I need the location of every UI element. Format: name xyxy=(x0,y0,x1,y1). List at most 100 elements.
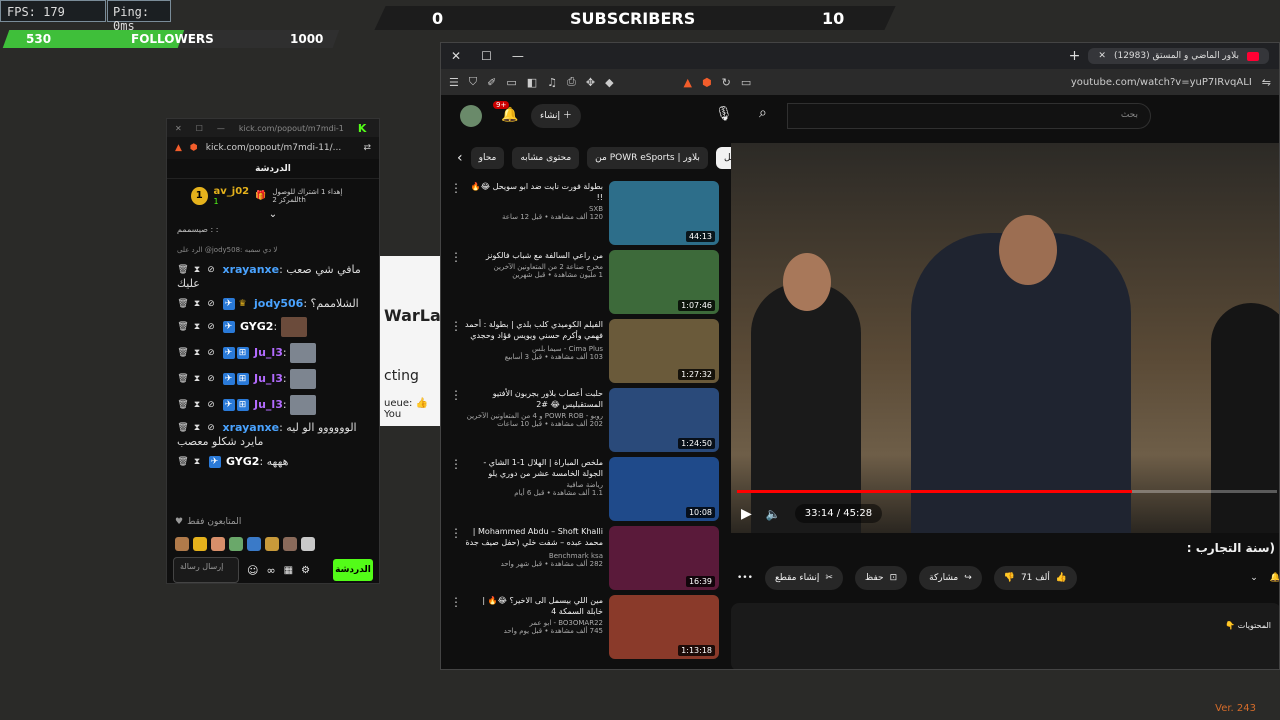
recommendation-thumbnail[interactable]: 1:24:50 xyxy=(609,388,719,452)
search-icon[interactable]: ⌕ xyxy=(759,105,767,121)
recommendation-title[interactable]: الفيلم الكوميدي كلب بلدي | بطولة : أحمد … xyxy=(465,319,603,343)
ban-icon[interactable]: ⊘ xyxy=(205,399,217,411)
infinity-icon[interactable]: ∞ xyxy=(266,564,275,577)
emote-button[interactable] xyxy=(229,537,243,551)
music-icon[interactable]: ♫ xyxy=(547,76,557,89)
emote-button[interactable] xyxy=(211,537,225,551)
more-vert-icon[interactable]: ⋮ xyxy=(449,526,463,540)
timeout-icon[interactable]: ⧗ xyxy=(191,264,203,276)
ban-icon[interactable]: ⊘ xyxy=(205,264,217,276)
chat-username[interactable]: Ju_l3 xyxy=(254,372,283,385)
emoji-icon[interactable]: ☺ xyxy=(247,564,258,577)
more-icon[interactable]: ••• xyxy=(737,573,753,583)
recommendation-item[interactable]: ⋮ من راعي السالفة مع شباب فالكونز مخرج صنا… xyxy=(449,250,721,319)
more-vert-icon[interactable]: ⋮ xyxy=(449,319,463,333)
diamond-icon[interactable]: ◆ xyxy=(605,76,613,89)
share-button[interactable]: مشاركة ↪ xyxy=(919,566,982,590)
chip-partial[interactable]: محاو xyxy=(470,147,505,169)
recommendation-thumbnail[interactable]: 1:27:32 xyxy=(609,319,719,383)
ban-icon[interactable]: ⊘ xyxy=(205,347,217,359)
bell-icon[interactable]: 🔔 xyxy=(1270,573,1279,583)
chip-channel[interactable]: من POWR eSports | بلاور xyxy=(587,147,708,169)
ban-icon[interactable]: ⊘ xyxy=(205,298,217,310)
tabs-icon[interactable]: ▭ xyxy=(506,76,516,89)
more-vert-icon[interactable]: ⋮ xyxy=(449,595,463,609)
recommendation-item[interactable]: ⋮ بطولة فورت نايت ضد ابو سويحل 😂🔥 !! SXB 12… xyxy=(449,181,721,250)
recommendation-title[interactable]: بطولة فورت نايت ضد ابو سويحل 😂🔥 !! xyxy=(465,181,603,203)
chevron-down-icon[interactable]: ⌄ xyxy=(1250,573,1258,583)
chat-username[interactable]: xrayanxe xyxy=(223,421,280,434)
play-icon[interactable]: ▶ xyxy=(741,506,752,522)
emote-button[interactable] xyxy=(283,537,297,551)
video-player[interactable]: ▶ 🔈 33:14 / 45:28 xyxy=(731,143,1279,533)
recommendation-title[interactable]: مين اللي بيسمل الى الاخير؟ 😂🔥 | خابلة ال… xyxy=(465,595,603,617)
send-chat-button[interactable]: الدردشة xyxy=(333,559,373,581)
bell-icon[interactable]: 🔔 9+ xyxy=(493,101,518,123)
volume-icon[interactable]: 🔈 xyxy=(766,507,781,521)
more-vert-icon[interactable]: ⋮ xyxy=(449,457,463,471)
chevron-left-icon[interactable]: ‹ xyxy=(457,150,463,166)
timeout-icon[interactable]: ⧗ xyxy=(191,347,203,359)
sidebar-icon[interactable]: ◧ xyxy=(527,76,537,89)
tab-youtube[interactable]: ✕ (12983) بلاور الماضي و المستق xyxy=(1088,48,1269,64)
recommendation-title[interactable]: Mohammed Abdu – Shoft Khalli | محمد عبده… xyxy=(465,526,603,550)
trash-icon[interactable]: 🗑 xyxy=(177,347,189,359)
translate-icon[interactable]: ⇋ xyxy=(1262,76,1271,89)
search-input[interactable]: بحث xyxy=(787,103,1151,129)
recommendation-thumbnail[interactable]: 1:13:18 xyxy=(609,595,719,659)
reload-icon[interactable]: ↻ xyxy=(722,76,731,89)
trash-icon[interactable]: 🗑 xyxy=(177,373,189,385)
timeout-icon[interactable]: ⧗ xyxy=(191,422,203,434)
kick-address-bar[interactable]: ▲ ⬢ kick.com/popout/m7mdi-11/... ⇄ xyxy=(167,137,379,159)
recommendation-channel[interactable]: SXB xyxy=(465,205,603,213)
maximize-icon[interactable]: ☐ xyxy=(196,124,203,133)
more-vert-icon[interactable]: ⋮ xyxy=(449,181,463,195)
avatar[interactable] xyxy=(460,105,482,127)
ban-icon[interactable]: ⊘ xyxy=(205,321,217,333)
timeout-icon[interactable]: ⧗ xyxy=(191,321,203,333)
recommendation-item[interactable]: ⋮ مين اللي بيسمل الى الاخير؟ 😂🔥 | خابلة ا… xyxy=(449,595,721,664)
trash-icon[interactable]: 🗑 xyxy=(177,456,189,468)
new-tab-icon[interactable]: + xyxy=(1069,48,1081,64)
like-icon[interactable]: 👍 xyxy=(1056,573,1067,583)
recommendation-channel[interactable]: مخرج صناعة 2 من المتعاونين الآخرين xyxy=(465,263,603,271)
emote-button[interactable] xyxy=(247,537,261,551)
more-vert-icon[interactable]: ⋮ xyxy=(449,388,463,402)
recommendation-thumbnail[interactable]: 44:13 xyxy=(609,181,719,245)
microphone-icon[interactable]: 🎙 xyxy=(715,106,733,122)
extensions-icon[interactable]: ✥ xyxy=(586,76,595,89)
chat-input[interactable]: إرسال رسالة xyxy=(173,557,239,583)
dislike-icon[interactable]: 👎 xyxy=(1004,573,1015,583)
trash-icon[interactable]: 🗑 xyxy=(177,264,189,276)
emote-button[interactable] xyxy=(265,537,279,551)
save-button[interactable]: حفظ ⊡ xyxy=(854,566,908,590)
recommendation-title[interactable]: ملخص المباراة | الهلال 1-1 الشاي - الجول… xyxy=(465,457,603,479)
recommendation-channel[interactable]: Benchmark ksa xyxy=(465,552,603,560)
maximize-icon[interactable]: ☐ xyxy=(481,49,492,63)
menu-icon[interactable]: ☰ xyxy=(449,76,459,89)
recommendation-thumbnail[interactable]: 1:07:46 xyxy=(609,250,719,314)
minimize-icon[interactable]: — xyxy=(512,49,524,63)
recommendation-thumbnail[interactable]: 10:08 xyxy=(609,457,719,521)
timeout-icon[interactable]: ⧗ xyxy=(191,456,203,468)
recommendation-title[interactable]: حلبت أعصاب بلاور بجربون الأفتيو المستقبل… xyxy=(465,388,603,410)
clip-button[interactable]: إنشاء مقطع ✂ xyxy=(764,566,843,590)
close-icon[interactable]: ✕ xyxy=(175,124,182,133)
recommendation-channel[interactable]: BO3OMAR22 - ابو عمر xyxy=(465,619,603,627)
settings-icon[interactable]: ⇄ xyxy=(363,143,371,153)
chat-username[interactable]: Ju_l3 xyxy=(254,346,283,359)
more-vert-icon[interactable]: ⋮ xyxy=(449,250,463,264)
timeout-icon[interactable]: ⧗ xyxy=(191,298,203,310)
chat-username[interactable]: xrayanxe xyxy=(223,263,280,276)
recommendation-item[interactable]: ⋮ الفيلم الكوميدي كلب بلدي | بطولة : أحمد… xyxy=(449,319,721,388)
progress-bar[interactable] xyxy=(737,490,1277,493)
chip-related[interactable]: محتوى مشابه xyxy=(512,147,580,169)
pin-icon[interactable]: ✐ xyxy=(487,76,496,89)
chat-username[interactable]: jody506 xyxy=(254,297,303,310)
recommendation-title[interactable]: من راعي السالفة مع شباب فالكونز xyxy=(465,250,603,261)
chevron-down-icon[interactable]: ⌄ xyxy=(167,209,379,220)
trash-icon[interactable]: 🗑 xyxy=(177,399,189,411)
recommendation-item[interactable]: ⋮ حلبت أعصاب بلاور بجربون الأفتيو المستقب… xyxy=(449,388,721,457)
chat-username[interactable]: GYG2 xyxy=(226,455,259,468)
minimize-icon[interactable]: — xyxy=(217,124,225,133)
